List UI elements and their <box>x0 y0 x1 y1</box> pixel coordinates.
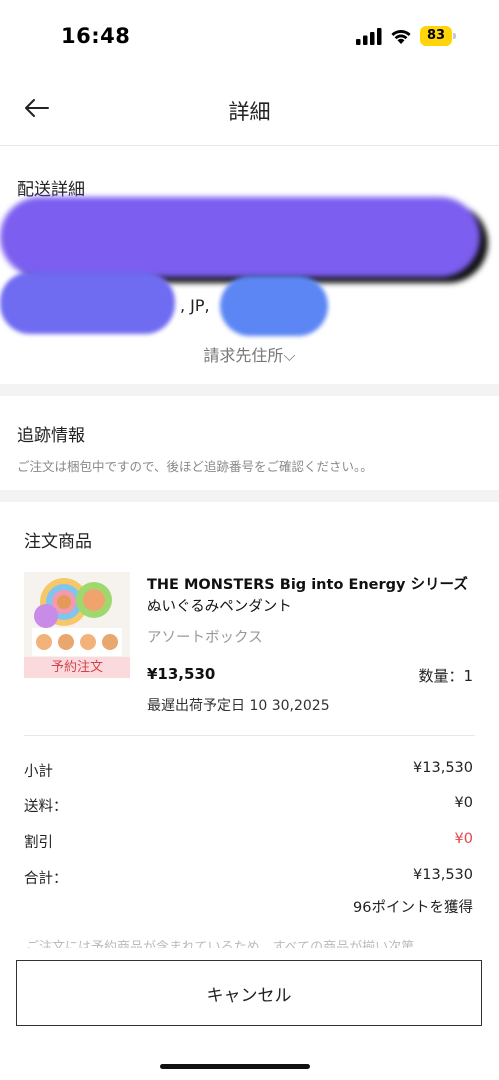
tracking-note: ご注文は梱包中ですので、後ほど追跡番号をご確認ください。。 <box>17 459 373 474</box>
product-name-line1: THE MONSTERS Big into Energy シリーズ <box>147 577 468 593</box>
bottom-action-bar: キャンセル <box>0 948 499 1080</box>
cellular-signal-icon <box>356 28 382 45</box>
page-title: 詳細 <box>228 100 271 124</box>
latest-ship-date: 最遅出荷予定日 10 30,2025 <box>147 698 330 714</box>
discount-label: 割引 <box>24 835 53 851</box>
subtotal-value: ¥13,530 <box>413 760 473 776</box>
address-fragment: , JP, <box>180 296 210 315</box>
address-redaction <box>0 197 480 277</box>
total-value: ¥13,530 <box>413 867 473 883</box>
cancel-order-button[interactable]: キャンセル <box>16 960 482 1026</box>
preorder-shipping-note: ご注文には予約商品が含まれているため、すべての商品が揃い次第 <box>26 940 415 948</box>
product-quantity: 数量：1 <box>418 667 473 685</box>
status-bar: 16:48 83 <box>0 0 499 72</box>
status-time: 16:48 <box>61 24 131 48</box>
total-row: 合計： ¥13,530 <box>24 867 473 889</box>
total-label: 合計： <box>24 871 68 887</box>
wifi-icon <box>391 29 411 44</box>
product-variant: アソートボックス <box>147 630 263 646</box>
battery-level: 83 <box>420 26 452 46</box>
divider <box>24 735 475 736</box>
product-name-line2: ぬいぐるみペンダント <box>147 599 292 615</box>
subtotal-label: 小計 <box>24 764 53 780</box>
subtotal-row: 小計 ¥13,530 <box>24 760 473 782</box>
product-name[interactable]: THE MONSTERS Big into Energy シリーズ ぬいぐるみペ… <box>147 574 479 618</box>
discount-row: 割引 ¥0 <box>24 831 473 853</box>
product-price: ¥13,530 <box>147 665 216 683</box>
order-items-title: 注文商品 <box>24 532 92 552</box>
home-indicator <box>160 1064 310 1069</box>
section-divider <box>0 384 499 396</box>
address-redaction <box>220 276 328 336</box>
top-nav-bar: 詳細 <box>0 72 499 146</box>
address-redaction <box>0 272 175 334</box>
shipping-label: 送料： <box>24 799 68 815</box>
order-detail-screen: 16:48 83 詳細 配送詳細 , JP, 請求先住所⌵ 追跡情報 ご注文は梱… <box>0 0 499 1080</box>
shipping-value: ¥0 <box>454 795 473 811</box>
billing-address-toggle[interactable]: 請求先住所⌵ <box>0 342 499 366</box>
points-earned: 96ポイントを獲得 <box>353 900 473 916</box>
shipping-row: 送料： ¥0 <box>24 795 473 817</box>
tracking-info-title: 追跡情報 <box>17 426 85 446</box>
discount-value: ¥0 <box>454 831 473 847</box>
preorder-badge: 予約注文 <box>24 657 130 678</box>
battery-icon: 83 <box>420 26 456 46</box>
section-divider <box>0 490 499 502</box>
